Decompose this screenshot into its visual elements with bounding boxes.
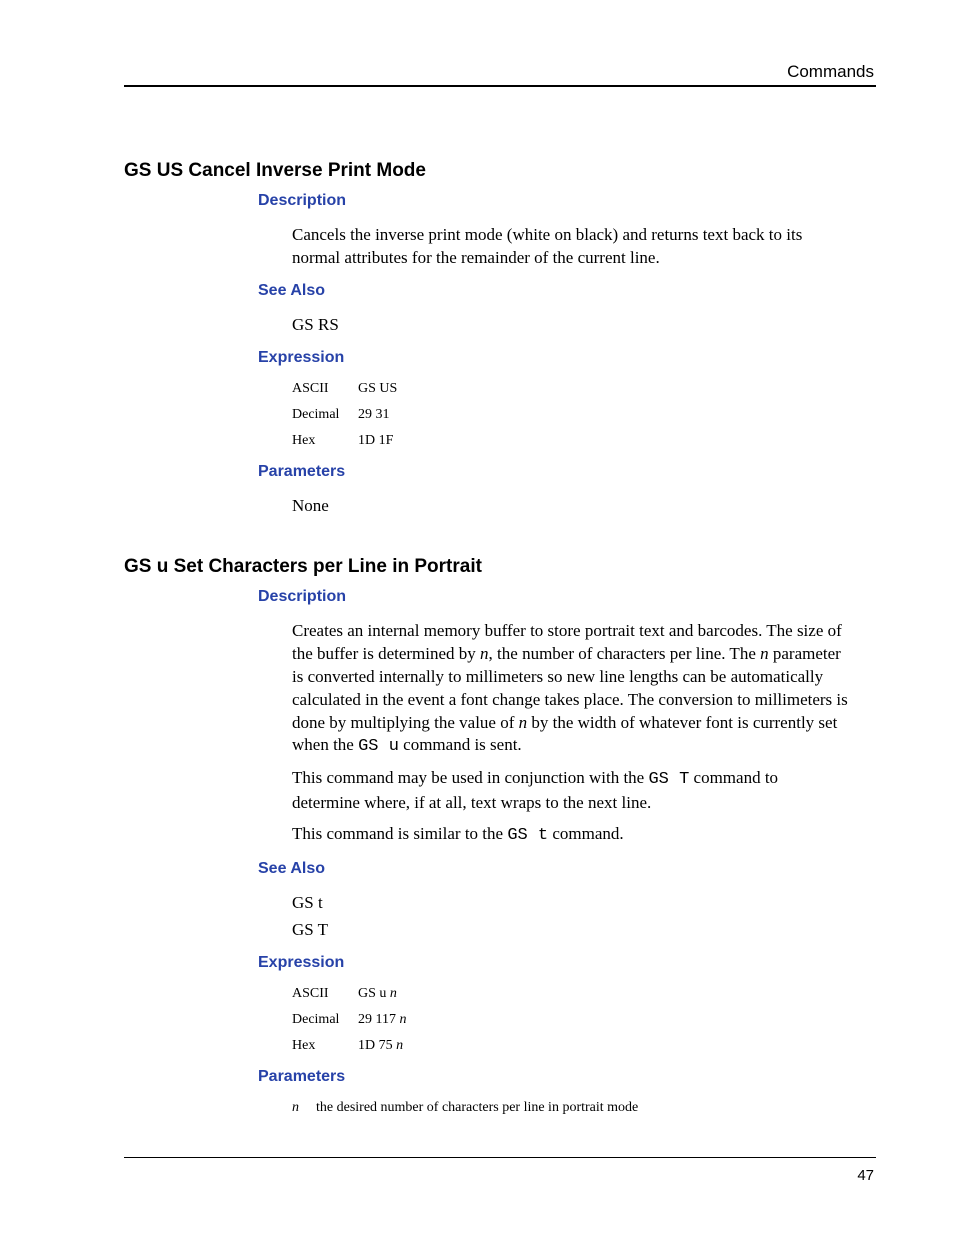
expression-value: GS u n [358, 986, 397, 1002]
expression-value: 29 31 [358, 407, 390, 423]
param-n: n [519, 713, 528, 732]
see-also-item: GS t [292, 892, 848, 915]
expression-label: Decimal [292, 1012, 358, 1028]
heading-see-also: See Also [258, 282, 854, 300]
see-also-body: GS RS [292, 314, 848, 337]
expression-row-ascii: ASCII GS US [292, 381, 854, 397]
parameter-row: n the desired number of characters per l… [292, 1100, 854, 1116]
expression-value: 1D 1F [358, 433, 393, 449]
description-p3: This command is similar to the GS t comm… [292, 823, 848, 848]
text: This command is similar to the [292, 824, 507, 843]
page-content: GS US Cancel Inverse Print Mode Descript… [124, 160, 854, 1154]
expression-label: ASCII [292, 986, 358, 1002]
expression-row-decimal: Decimal 29 117 n [292, 1012, 854, 1028]
expression-row-decimal: Decimal 29 31 [292, 407, 854, 423]
see-also-item: GS T [292, 919, 848, 942]
expression-label: ASCII [292, 381, 358, 397]
description-p2: This command may be used in conjunction … [292, 767, 848, 815]
expression-label: Hex [292, 1038, 358, 1054]
expression-label: Decimal [292, 407, 358, 423]
description-body: Creates an internal memory buffer to sto… [292, 620, 848, 848]
expression-row-hex: Hex 1D 75 n [292, 1038, 854, 1054]
heading-parameters: Parameters [258, 1068, 854, 1086]
param-n: n [390, 986, 397, 1001]
text: , the number of characters per line. The [489, 644, 761, 663]
parameters-none: None [292, 495, 848, 518]
header-rule [124, 85, 876, 87]
parameters-body: None [292, 495, 848, 518]
code-gs-u: GS u [358, 737, 399, 756]
description-p1: Creates an internal memory buffer to sto… [292, 620, 848, 760]
code-gs-t-lower: GS t [507, 826, 548, 845]
see-also-item: GS RS [292, 314, 848, 337]
description-body: Cancels the inverse print mode (white on… [292, 224, 848, 270]
description-p1: Cancels the inverse print mode (white on… [292, 224, 848, 270]
parameter-desc: the desired number of characters per lin… [316, 1100, 638, 1116]
parameter-name: n [292, 1100, 316, 1116]
command-gs-us: GS US Cancel Inverse Print Mode Descript… [124, 160, 854, 518]
expression-value: GS US [358, 381, 397, 397]
heading-parameters: Parameters [258, 463, 854, 481]
expression-row-ascii: ASCII GS u n [292, 986, 854, 1002]
expression-table: ASCII GS u n Decimal 29 117 n Hex 1D 75 … [292, 986, 854, 1054]
heading-description: Description [258, 588, 854, 606]
text: command is sent. [399, 735, 522, 754]
command-title: GS u Set Characters per Line in Portrait [124, 556, 854, 578]
expression-label: Hex [292, 433, 358, 449]
heading-expression: Expression [258, 349, 854, 367]
param-n: n [396, 1038, 403, 1053]
see-also-body: GS t GS T [292, 892, 848, 942]
expression-row-hex: Hex 1D 1F [292, 433, 854, 449]
header-section: Commands [124, 62, 874, 82]
page-number: 47 [857, 1167, 874, 1184]
expression-table: ASCII GS US Decimal 29 31 Hex 1D 1F [292, 381, 854, 449]
text: command. [548, 824, 624, 843]
heading-expression: Expression [258, 954, 854, 972]
heading-see-also: See Also [258, 860, 854, 878]
param-n: n [760, 644, 769, 663]
footer-rule [124, 1157, 876, 1158]
text: This command may be used in conjunction … [292, 768, 648, 787]
param-n: n [480, 644, 489, 663]
command-title: GS US Cancel Inverse Print Mode [124, 160, 854, 182]
code-gs-t-upper: GS T [648, 770, 689, 789]
command-gs-u: GS u Set Characters per Line in Portrait… [124, 556, 854, 1116]
expression-value: 29 117 n [358, 1012, 406, 1028]
param-n: n [399, 1012, 406, 1027]
heading-description: Description [258, 192, 854, 210]
expression-value: 1D 75 n [358, 1038, 403, 1054]
